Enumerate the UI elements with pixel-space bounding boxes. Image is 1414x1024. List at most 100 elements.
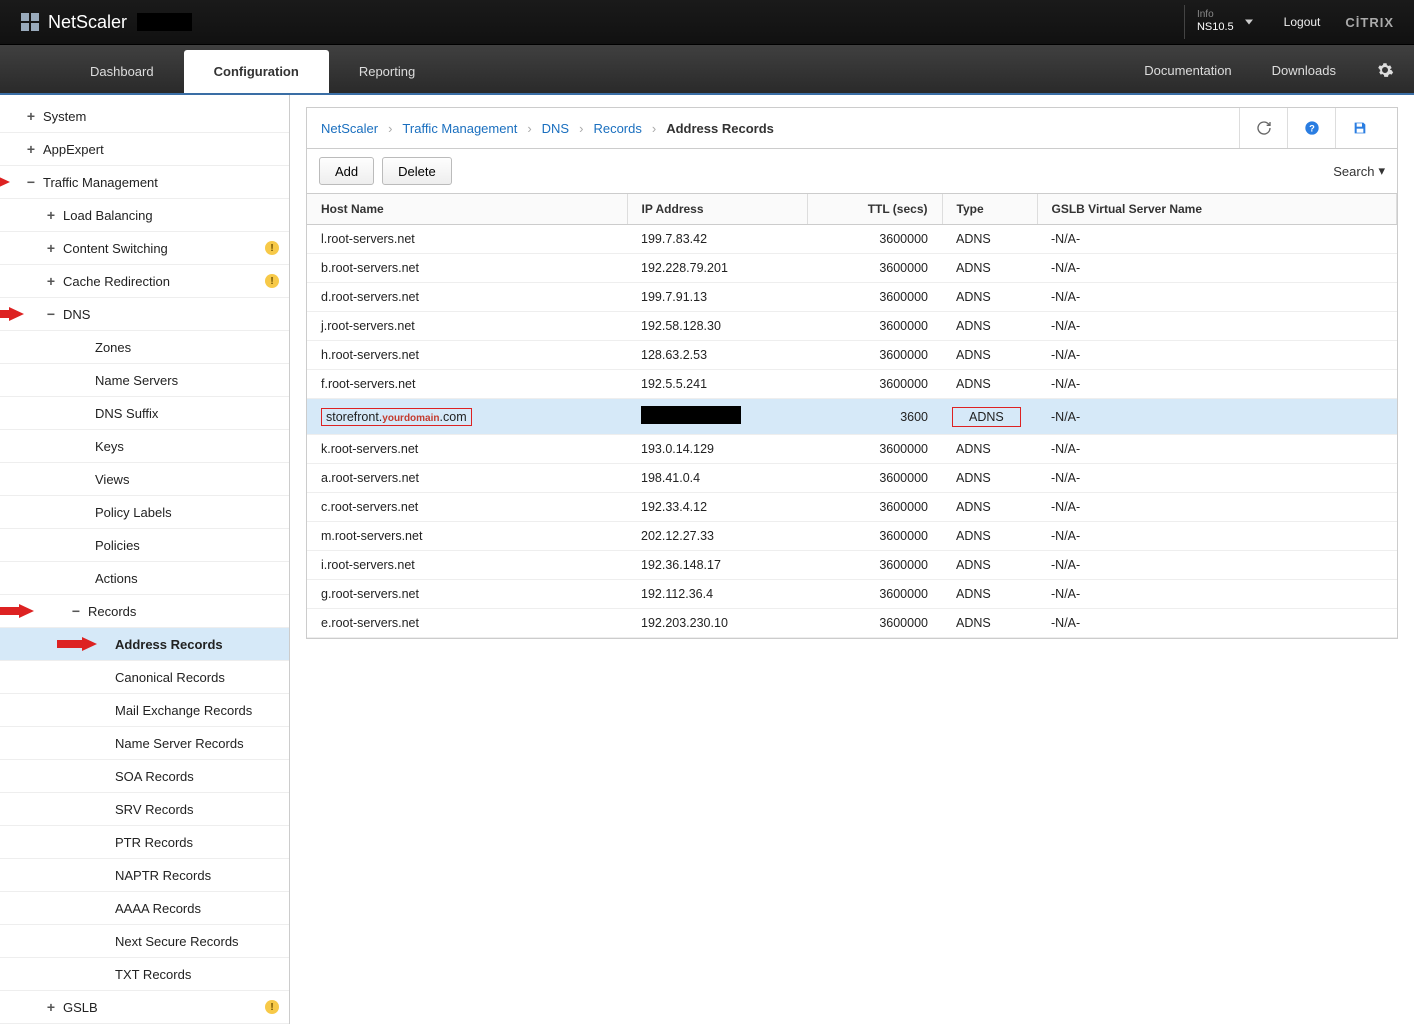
sidebar-item-aaaa-records[interactable]: AAAA Records: [0, 892, 289, 925]
table-row[interactable]: d.root-servers.net199.7.91.133600000ADNS…: [307, 283, 1397, 312]
cell-type: ADNS: [942, 341, 1037, 370]
cell-ttl: 3600000: [807, 283, 942, 312]
cell-ttl: 3600000: [807, 341, 942, 370]
table-row[interactable]: storefront.yourdomain.com3600ADNS-N/A-: [307, 399, 1397, 435]
tab-reporting[interactable]: Reporting: [329, 50, 445, 93]
cell-type: ADNS: [942, 435, 1037, 464]
col-gslb[interactable]: GSLB Virtual Server Name: [1037, 194, 1397, 225]
sidebar-item-records[interactable]: −Records: [0, 595, 289, 628]
cell-ip: 199.7.91.13: [627, 283, 807, 312]
cell-type: ADNS: [942, 580, 1037, 609]
cell-hostname: h.root-servers.net: [307, 341, 627, 370]
sidebar-item-content-switching[interactable]: +Content Switching!: [0, 232, 289, 265]
cell-ip: 193.0.14.129: [627, 435, 807, 464]
cell-type: ADNS: [942, 609, 1037, 638]
info-dropdown[interactable]: Info NS10.5: [1184, 5, 1259, 38]
warning-icon: !: [265, 274, 279, 288]
table-row[interactable]: l.root-servers.net199.7.83.423600000ADNS…: [307, 225, 1397, 254]
chevron-right-icon: ›: [579, 121, 583, 136]
sidebar-item-traffic-management[interactable]: −Traffic Management: [0, 166, 289, 199]
vendor-logo: CİTRIX: [1345, 15, 1394, 30]
tab-configuration[interactable]: Configuration: [184, 50, 329, 93]
add-button[interactable]: Add: [319, 157, 374, 185]
sidebar-item-name-servers[interactable]: Name Servers: [0, 364, 289, 397]
cell-ip: [627, 399, 807, 435]
col-ttl[interactable]: TTL (secs): [807, 194, 942, 225]
sidebar-item-load-balancing[interactable]: +Load Balancing: [0, 199, 289, 232]
sidebar-item-dns[interactable]: −DNS: [0, 298, 289, 331]
cell-ttl: 3600000: [807, 551, 942, 580]
table-row[interactable]: b.root-servers.net192.228.79.2013600000A…: [307, 254, 1397, 283]
table-row[interactable]: c.root-servers.net192.33.4.123600000ADNS…: [307, 493, 1397, 522]
col-hostname[interactable]: Host Name: [307, 194, 627, 225]
tab-dashboard[interactable]: Dashboard: [60, 50, 184, 93]
sidebar-item-nsec-records[interactable]: Next Secure Records: [0, 925, 289, 958]
cell-hostname: d.root-servers.net: [307, 283, 627, 312]
navbar: Dashboard Configuration Reporting Docume…: [0, 45, 1414, 95]
col-ip[interactable]: IP Address: [627, 194, 807, 225]
minus-icon: −: [45, 306, 57, 322]
crumb-netscaler[interactable]: NetScaler: [321, 121, 378, 136]
arrow-annotation: [0, 175, 10, 189]
minus-icon: −: [25, 174, 37, 190]
sidebar-item-keys[interactable]: Keys: [0, 430, 289, 463]
crumb-dns[interactable]: DNS: [542, 121, 569, 136]
help-button[interactable]: ?: [1287, 108, 1335, 148]
sidebar-item-cache-redirection[interactable]: +Cache Redirection!: [0, 265, 289, 298]
search-dropdown[interactable]: Search ▾: [1333, 163, 1385, 179]
cell-hostname: e.root-servers.net: [307, 609, 627, 638]
plus-icon: +: [25, 141, 37, 157]
cell-gslb: -N/A-: [1037, 609, 1397, 638]
table-row[interactable]: g.root-servers.net192.112.36.43600000ADN…: [307, 580, 1397, 609]
refresh-button[interactable]: [1239, 108, 1287, 148]
sidebar-item-srv-records[interactable]: SRV Records: [0, 793, 289, 826]
cell-ttl: 3600000: [807, 580, 942, 609]
sidebar-item-txt-records[interactable]: TXT Records: [0, 958, 289, 991]
sidebar-item-canonical-records[interactable]: Canonical Records: [0, 661, 289, 694]
chevron-right-icon: ›: [652, 121, 656, 136]
sidebar-item-policies[interactable]: Policies: [0, 529, 289, 562]
sidebar-item-ptr-records[interactable]: PTR Records: [0, 826, 289, 859]
sidebar-item-ns-records[interactable]: Name Server Records: [0, 727, 289, 760]
cell-type: ADNS: [942, 370, 1037, 399]
logout-link[interactable]: Logout: [1284, 15, 1321, 29]
crumb-traffic-management[interactable]: Traffic Management: [402, 121, 517, 136]
table-row[interactable]: f.root-servers.net192.5.5.2413600000ADNS…: [307, 370, 1397, 399]
records-panel: Add Delete Search ▾ Host Name IP Address…: [306, 149, 1398, 639]
table-row[interactable]: m.root-servers.net202.12.27.333600000ADN…: [307, 522, 1397, 551]
warning-icon: !: [265, 1000, 279, 1014]
downloads-link[interactable]: Downloads: [1272, 63, 1336, 78]
table-row[interactable]: e.root-servers.net192.203.230.103600000A…: [307, 609, 1397, 638]
cell-hostname: c.root-servers.net: [307, 493, 627, 522]
sidebar-item-dns-suffix[interactable]: DNS Suffix: [0, 397, 289, 430]
sidebar-item-system[interactable]: +System: [0, 100, 289, 133]
sidebar-item-appexpert[interactable]: +AppExpert: [0, 133, 289, 166]
table-row[interactable]: j.root-servers.net192.58.128.303600000AD…: [307, 312, 1397, 341]
brand-text: NetScaler: [48, 12, 127, 33]
sidebar-item-views[interactable]: Views: [0, 463, 289, 496]
plus-icon: +: [25, 108, 37, 124]
table-row[interactable]: k.root-servers.net193.0.14.1293600000ADN…: [307, 435, 1397, 464]
delete-button[interactable]: Delete: [382, 157, 452, 185]
sidebar-item-actions[interactable]: Actions: [0, 562, 289, 595]
logo: NetScaler: [20, 12, 192, 33]
cell-gslb: -N/A-: [1037, 370, 1397, 399]
crumb-records[interactable]: Records: [593, 121, 641, 136]
save-button[interactable]: [1335, 108, 1383, 148]
table-row[interactable]: h.root-servers.net128.63.2.533600000ADNS…: [307, 341, 1397, 370]
sidebar-item-gslb[interactable]: +GSLB!: [0, 991, 289, 1024]
documentation-link[interactable]: Documentation: [1144, 63, 1231, 78]
sidebar-item-zones[interactable]: Zones: [0, 331, 289, 364]
sidebar-item-soa-records[interactable]: SOA Records: [0, 760, 289, 793]
gear-icon[interactable]: [1376, 61, 1394, 79]
table-row[interactable]: a.root-servers.net198.41.0.43600000ADNS-…: [307, 464, 1397, 493]
plus-icon: +: [45, 207, 57, 223]
cell-type: ADNS: [942, 225, 1037, 254]
sidebar-item-address-records[interactable]: Address Records: [0, 628, 289, 661]
cell-ip: 199.7.83.42: [627, 225, 807, 254]
col-type[interactable]: Type: [942, 194, 1037, 225]
sidebar-item-naptr-records[interactable]: NAPTR Records: [0, 859, 289, 892]
table-row[interactable]: i.root-servers.net192.36.148.173600000AD…: [307, 551, 1397, 580]
sidebar-item-mx-records[interactable]: Mail Exchange Records: [0, 694, 289, 727]
sidebar-item-policy-labels[interactable]: Policy Labels: [0, 496, 289, 529]
